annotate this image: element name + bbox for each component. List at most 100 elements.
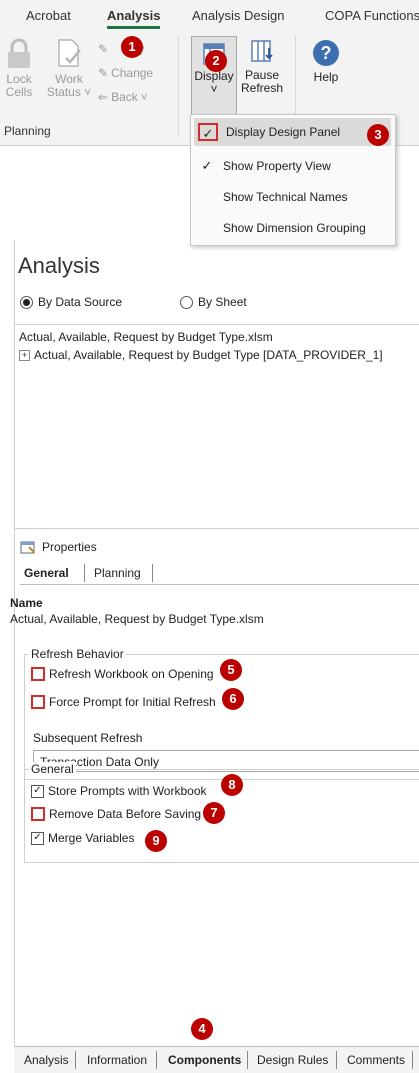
refresh-behavior-legend: Refresh Behavior: [29, 647, 126, 661]
step-badge-2: 2: [205, 50, 227, 72]
back-label: Back: [111, 90, 138, 104]
work-status-button[interactable]: Work Status ˅: [46, 38, 92, 99]
checkbox-checked-icon: ✓: [31, 784, 44, 798]
radio-selected-icon: [20, 295, 33, 309]
workbook-node[interactable]: Actual, Available, Request by Budget Typ…: [19, 330, 273, 344]
step-badge-5: 5: [220, 659, 242, 681]
name-label: Name: [10, 596, 43, 610]
checkbox-label: Store Prompts with Workbook: [48, 784, 207, 798]
tab-divider: [84, 564, 85, 582]
tab-planning[interactable]: Planning: [90, 566, 145, 580]
properties-label: Properties: [42, 540, 97, 554]
tab-analysis[interactable]: Analysis: [107, 8, 161, 29]
pause-refresh-button[interactable]: Pause Refresh: [238, 38, 286, 95]
check-icon: ✓: [198, 123, 218, 141]
checkbox-unchecked-icon: [31, 695, 45, 709]
checkbox-label: Force Prompt for Initial Refresh: [49, 695, 216, 709]
planning-group-label: Planning: [4, 124, 51, 138]
name-value: Actual, Available, Request by Budget Typ…: [10, 612, 264, 626]
lock-cells-label-2: Cells: [5, 85, 33, 99]
menu-item-show-technical-names[interactable]: Show Technical Names: [191, 183, 395, 211]
data-source-tree: Actual, Available, Request by Budget Typ…: [14, 324, 419, 529]
data-provider-label: Actual, Available, Request by Budget Typ…: [34, 348, 383, 362]
back-button[interactable]: ⇐ Back ˅: [98, 90, 148, 104]
checkbox-unchecked-icon: [31, 807, 45, 821]
step-badge-8: 8: [221, 774, 243, 796]
menu-item-label: Show Technical Names: [223, 190, 348, 204]
tab-bottom-design-rules[interactable]: Design Rules: [257, 1053, 328, 1067]
tab-divider: [336, 1051, 337, 1069]
back-icon: ⇐: [98, 90, 109, 104]
pause-refresh-icon: [251, 40, 273, 62]
chevron-down-icon: ˅: [80, 85, 92, 99]
radio-by-sheet[interactable]: By Sheet: [180, 295, 247, 309]
tab-bottom-analysis[interactable]: Analysis: [24, 1053, 69, 1067]
display-dropdown-menu: ✓ Display Design Panel ✓ Show Property V…: [190, 114, 396, 246]
checkbox-label: Remove Data Before Saving: [49, 807, 202, 821]
lock-icon: [8, 38, 30, 68]
step-badge-6: 6: [222, 688, 244, 710]
radio-unselected-icon: [180, 295, 193, 309]
menu-item-show-property-view[interactable]: ✓ Show Property View: [191, 152, 395, 180]
general-legend: General: [29, 762, 76, 776]
radio-label: By Data Source: [38, 295, 123, 309]
radio-label: By Sheet: [198, 295, 247, 309]
pause-label-2: Refresh: [240, 81, 284, 95]
tab-analysis-design[interactable]: Analysis Design: [192, 8, 285, 23]
data-provider-node[interactable]: + Actual, Available, Request by Budget T…: [19, 348, 383, 362]
lock-cells-label-1: Lock: [6, 72, 32, 86]
document-check-icon: [58, 39, 81, 67]
step-badge-4: 4: [191, 1018, 213, 1040]
refresh-on-opening-checkbox[interactable]: Refresh Workbook on Opening: [31, 667, 214, 681]
expand-icon[interactable]: +: [19, 349, 30, 361]
replay-icon: ✎: [98, 42, 109, 56]
change-label: Change: [111, 66, 154, 80]
tab-bottom-components[interactable]: Components: [168, 1053, 241, 1067]
store-prompts-checkbox[interactable]: ✓ Store Prompts with Workbook: [31, 784, 207, 798]
checkbox-checked-icon: ✓: [31, 831, 44, 845]
force-prompt-checkbox[interactable]: Force Prompt for Initial Refresh: [31, 695, 216, 709]
menu-item-show-dimension-grouping[interactable]: Show Dimension Grouping: [191, 214, 395, 242]
help-label: Help: [313, 70, 339, 84]
tab-divider: [156, 1051, 157, 1069]
menu-item-label: Display Design Panel: [226, 125, 341, 139]
change-button[interactable]: ✎ Change: [98, 66, 153, 80]
checkbox-unchecked-icon: [31, 667, 45, 681]
work-status-label-1: Work: [55, 72, 83, 86]
merge-variables-checkbox[interactable]: ✓ Merge Variables: [31, 831, 134, 845]
tab-acrobat[interactable]: Acrobat: [26, 8, 71, 23]
subsequent-refresh-label: Subsequent Refresh: [33, 731, 143, 745]
properties-header: Properties: [20, 540, 97, 554]
step-badge-3: 3: [367, 124, 389, 146]
tab-divider: [75, 1051, 76, 1069]
step-badge-1: 1: [121, 36, 143, 58]
tab-divider: [247, 1051, 248, 1069]
bottom-tab-bar: Analysis Information Components Design R…: [14, 1046, 419, 1073]
properties-icon: [20, 541, 35, 554]
remove-data-checkbox[interactable]: Remove Data Before Saving: [31, 807, 201, 821]
properties-tabs: General Planning: [20, 564, 419, 585]
checkbox-label: Refresh Workbook on Opening: [49, 667, 214, 681]
radio-by-data-source[interactable]: By Data Source: [20, 295, 122, 309]
tab-bottom-information[interactable]: Information: [87, 1053, 147, 1067]
menu-item-display-design-panel[interactable]: ✓ Display Design Panel: [194, 118, 391, 146]
tab-general[interactable]: General: [20, 566, 73, 580]
ribbon-tab-strip: Acrobat Analysis Analysis Design COPA Fu…: [0, 0, 419, 30]
change-icon: ✎: [98, 66, 109, 80]
display-button[interactable]: Display ˅: [191, 36, 237, 116]
checkbox-label: Merge Variables: [48, 831, 135, 845]
help-button[interactable]: ? Help: [308, 38, 344, 84]
svg-text:?: ?: [321, 43, 332, 63]
tab-copa-functions[interactable]: COPA Functions: [325, 8, 419, 23]
tab-divider: [152, 564, 153, 582]
work-status-label-2: Status: [46, 85, 81, 99]
lock-cells-button[interactable]: Lock Cells: [2, 38, 36, 99]
menu-item-label: Show Property View: [223, 159, 331, 173]
group-divider: [178, 36, 179, 136]
panel-title: Analysis: [18, 253, 100, 278]
pause-label-1: Pause: [244, 68, 280, 82]
tab-bottom-comments[interactable]: Comments: [347, 1053, 405, 1067]
check-icon: ✓: [201, 158, 213, 173]
step-badge-9: 9: [145, 830, 167, 852]
menu-item-label: Show Dimension Grouping: [223, 221, 366, 235]
